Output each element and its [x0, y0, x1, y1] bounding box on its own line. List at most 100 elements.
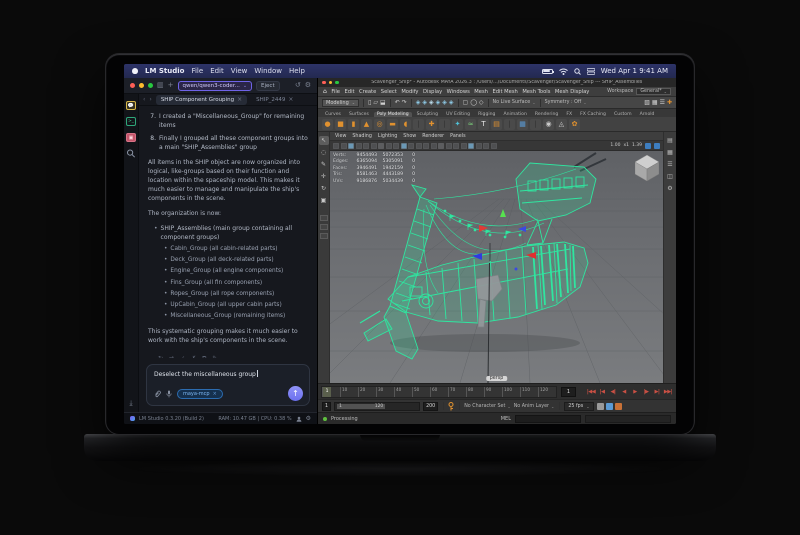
viewport-toggle-icon[interactable] — [446, 143, 452, 149]
sidebar-panel-icon[interactable]: ⚙ — [667, 185, 672, 192]
transform-tool-icon[interactable]: ◌ — [319, 148, 329, 157]
control-center-icon[interactable] — [587, 68, 595, 75]
shelf-tool-icon[interactable]: ● — [322, 119, 333, 130]
viewport-canvas[interactable]: Verts:9454493 50723530 Edges:6365094 530… — [330, 151, 663, 383]
transform-tool-icon[interactable]: ✛ — [319, 172, 329, 181]
shelf-tab[interactable]: Custom — [611, 112, 635, 117]
viewport-toggle-icon[interactable] — [363, 143, 369, 149]
maya-menu-item[interactable]: Mesh Display — [555, 89, 589, 95]
apple-logo-icon[interactable] — [132, 68, 138, 74]
new-chat-plus-icon[interactable]: + — [168, 82, 174, 89]
shelf-tool-icon[interactable]: ≈ — [465, 119, 476, 130]
viewport-toggle-icon[interactable] — [416, 143, 422, 149]
viewport-toggle-icon[interactable] — [431, 143, 437, 149]
shelf-tab[interactable]: Rendering — [532, 112, 561, 117]
menubar-menu-item[interactable]: Edit — [210, 67, 224, 75]
playback-button[interactable]: ◀| — [608, 389, 618, 395]
maya-menu-item[interactable]: Mesh Tools — [522, 89, 550, 95]
user-icon[interactable] — [296, 416, 302, 422]
mcp-plugin-pill[interactable]: maya-mcp — [177, 389, 223, 399]
close-window-button[interactable] — [322, 81, 326, 85]
chat-tab-icon[interactable]: 💬 — [126, 101, 136, 110]
viewport-toggle-icon[interactable] — [393, 143, 399, 149]
viewport-menu-item[interactable]: Renderer — [422, 134, 444, 139]
editor-toggle-icon[interactable]: ▦ — [652, 100, 658, 106]
wifi-icon[interactable] — [559, 68, 568, 75]
current-frame-marker[interactable]: 1 — [323, 387, 331, 397]
shelf-tab[interactable]: FX Caching — [577, 112, 609, 117]
zoom-window-button[interactable] — [148, 83, 153, 88]
chat-tab[interactable]: SHIP_2449 — [251, 95, 298, 105]
shelf-tool-icon[interactable]: ▤ — [491, 119, 502, 130]
shelf-tool-icon[interactable]: ◎ — [374, 119, 385, 130]
anim-layer-dropdown[interactable]: No Anim Layer — [514, 404, 555, 409]
file-action-icon[interactable]: ⬓ — [380, 100, 386, 106]
maya-menu-item[interactable]: Select — [381, 89, 397, 95]
maya-menu-item[interactable]: File — [331, 89, 340, 95]
viewport-toggle-icon[interactable] — [453, 143, 459, 149]
spotlight-search-icon[interactable] — [574, 68, 581, 75]
shelf-tool-icon[interactable]: ✦ — [452, 119, 463, 130]
my-models-tab-icon[interactable]: ▣ — [126, 133, 136, 142]
playback-button[interactable]: |◀◀ — [586, 389, 596, 395]
mel-input-field[interactable] — [515, 415, 581, 423]
eject-model-button[interactable]: Eject — [256, 81, 280, 91]
maya-menu-item[interactable]: Modify — [401, 89, 418, 95]
view-cube-gizmo[interactable] — [635, 155, 659, 181]
file-action-icon[interactable]: ▱ — [373, 100, 378, 106]
shelf-tool-icon[interactable]: | — [530, 119, 541, 130]
range-slider[interactable]: 1 120 — [334, 402, 420, 411]
snap-icon[interactable]: ◈ — [436, 100, 441, 106]
fps-dropdown[interactable]: 25 fps — [564, 402, 593, 411]
layout-four-pane-button[interactable] — [320, 224, 328, 230]
send-button[interactable]: ↑ — [288, 386, 303, 401]
settings-flask-icon[interactable]: ⚙ — [305, 82, 311, 89]
microphone-icon[interactable] — [166, 390, 172, 398]
shelf-tool-icon[interactable]: ◬ — [556, 119, 567, 130]
menubar-clock[interactable]: Wed Apr 1 9:41 AM — [601, 67, 668, 75]
shelf-tab[interactable]: Sculpting — [414, 112, 441, 117]
attachment-icon[interactable] — [154, 390, 161, 398]
current-frame-field[interactable]: 1 — [561, 387, 576, 397]
developer-tab-icon[interactable]: >_ — [126, 117, 136, 126]
viewport-aov-icon[interactable] — [654, 143, 660, 149]
range-end-field[interactable]: 200 — [423, 402, 438, 411]
chat-input-text[interactable]: Deselect the miscellaneous group — [154, 370, 303, 378]
menubar-menu-item[interactable]: Window — [254, 67, 282, 75]
timeline-ruler[interactable]: 0102030405060708090100110120 1 — [321, 386, 557, 398]
chat-transcript[interactable]: 7. I created a "Miscellaneous_Group" for… — [139, 106, 317, 358]
snap-icon[interactable]: ◈ — [449, 100, 454, 106]
minimize-window-button[interactable] — [139, 83, 144, 88]
viewport-toggle-icon[interactable] — [356, 143, 362, 149]
downloads-icon[interactable]: ⤓ — [129, 399, 132, 408]
minimize-window-button[interactable] — [329, 81, 333, 85]
viewport-toggle-icon[interactable] — [461, 143, 467, 149]
range-handle[interactable]: 1 120 — [337, 404, 385, 409]
shelf-tool-icon[interactable]: | — [504, 119, 515, 130]
character-set-dropdown[interactable]: No Character Set — [464, 404, 511, 409]
maya-menu-item[interactable]: Windows — [447, 89, 470, 95]
viewport-toggle-icon[interactable] — [408, 143, 414, 149]
no-live-surface-dropdown[interactable]: No Live Surface — [493, 100, 536, 105]
playback-button[interactable]: ▶▶| — [663, 389, 673, 395]
viewport-menu-item[interactable]: Panels — [450, 134, 465, 139]
viewport-toggle-icon[interactable] — [333, 143, 339, 149]
maya-home-icon[interactable]: ⌂ — [323, 88, 327, 95]
anim-pref-icon[interactable] — [615, 403, 622, 410]
transform-tool-icon[interactable]: ↻ — [319, 184, 329, 193]
chat-tab[interactable]: SHIP Component Grouping — [156, 95, 247, 105]
anim-pref-icon[interactable] — [606, 403, 613, 410]
snap-icon[interactable]: ◈ — [422, 100, 427, 106]
shelf-tab[interactable]: Arnold — [637, 112, 658, 117]
selection-mask-icon[interactable]: ◯ — [470, 100, 477, 106]
layout-split-pane-button[interactable] — [320, 233, 328, 239]
viewport-toggle-icon[interactable] — [491, 143, 497, 149]
transform-tool-icon[interactable]: ▣ — [319, 196, 329, 205]
sidebar-panel-icon[interactable]: ▦ — [667, 149, 673, 156]
range-start-field[interactable]: 1 — [322, 402, 331, 411]
viewport-menu-item[interactable]: Lighting — [378, 134, 397, 139]
file-action-icon[interactable]: ▯ — [368, 100, 371, 106]
viewport-toggle-icon[interactable] — [468, 143, 474, 149]
viewport-toggle-icon[interactable] — [438, 143, 444, 149]
viewport-renderer-icon[interactable] — [645, 143, 651, 149]
